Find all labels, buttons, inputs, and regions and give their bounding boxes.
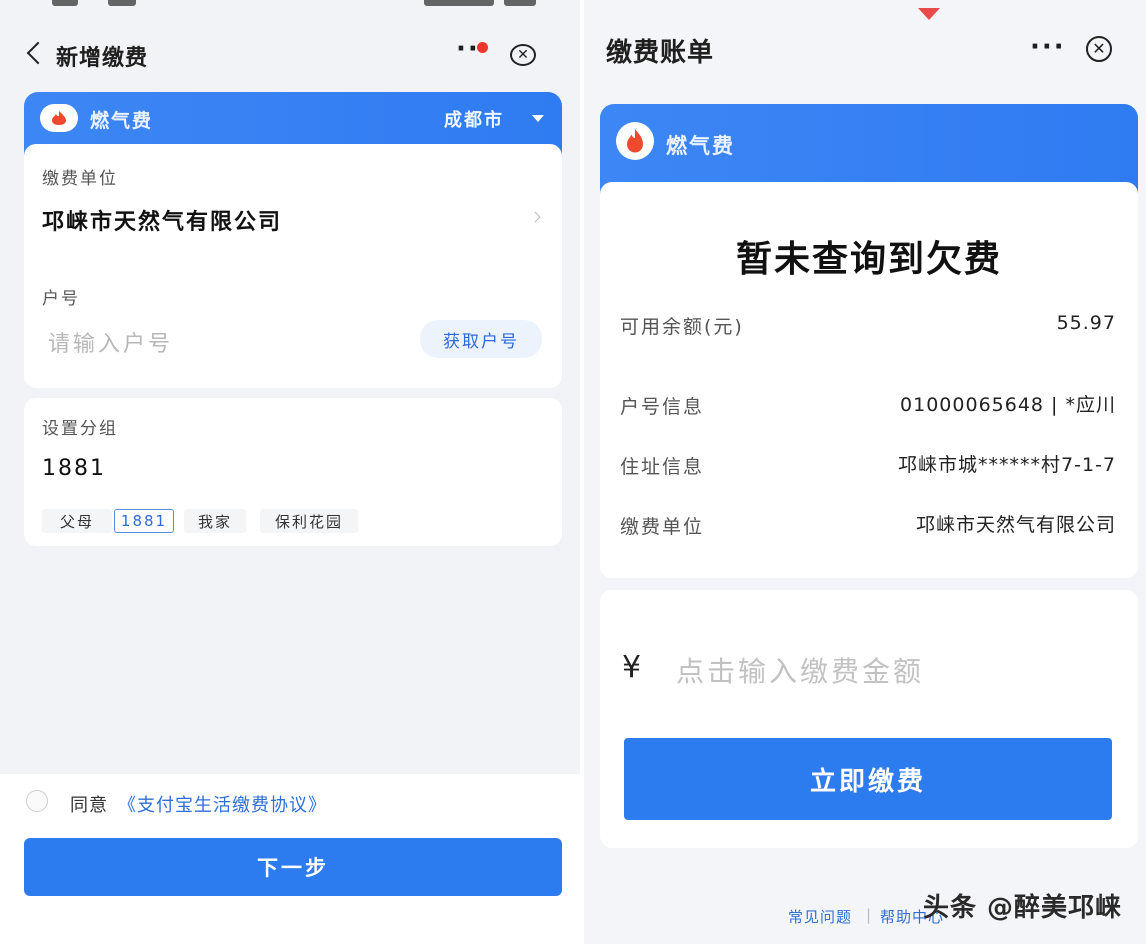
- footer-separator: |: [866, 906, 872, 924]
- account-label: 户号: [42, 289, 80, 309]
- group-chip-selected[interactable]: 1881: [114, 509, 174, 533]
- flame-icon: [40, 104, 78, 132]
- close-icon[interactable]: ✕: [510, 44, 536, 66]
- address-label: 住址信息: [620, 456, 705, 478]
- group-value[interactable]: 1881: [42, 456, 106, 481]
- more-icon[interactable]: ···: [1030, 34, 1066, 60]
- amount-card: ¥ 点击输入缴费金额 立即缴费: [600, 590, 1138, 848]
- account-input[interactable]: 请输入户号: [48, 326, 173, 358]
- group-chip[interactable]: 我家: [184, 509, 246, 533]
- unit-label: 缴费单位: [620, 516, 705, 538]
- address-value: 邛崃市城******村7-1-7: [898, 454, 1116, 476]
- group-chip[interactable]: 保利花园: [260, 509, 358, 533]
- city-selector[interactable]: 成都市: [444, 106, 504, 132]
- service-name: 燃气费: [90, 110, 154, 132]
- bill-heading: 暂未查询到欠费: [735, 239, 1002, 280]
- service-name: 燃气费: [666, 134, 735, 158]
- currency-symbol: ¥: [622, 650, 642, 685]
- bill-screen: 缴费账单 ··· ✕ 燃气费 暂未查询到欠费 可用余额(元) 55.97 户号信…: [584, 0, 1146, 944]
- group-label: 设置分组: [42, 419, 118, 439]
- group-chip[interactable]: 父母: [42, 509, 112, 533]
- account-info-value: 01000065648 | *应川: [900, 394, 1116, 416]
- notch-shape: [918, 8, 940, 20]
- close-icon[interactable]: ✕: [1086, 36, 1112, 62]
- bill-card: 暂未查询到欠费 可用余额(元) 55.97 户号信息 01000065648 |…: [600, 182, 1138, 578]
- notification-dot: [477, 42, 488, 53]
- pay-now-button[interactable]: 立即缴费: [624, 738, 1112, 820]
- new-payment-screen: 新增缴费 ··· ✕ 燃气费 成都市 缴费单位 邛崃市天然气有限公司 户号 请输…: [0, 0, 580, 944]
- chevron-right-icon[interactable]: [529, 211, 541, 223]
- get-account-button[interactable]: 获取户号: [420, 320, 542, 358]
- balance-value: 55.97: [1056, 312, 1116, 334]
- account-card: 缴费单位 邛崃市天然气有限公司 户号 请输入户号 获取户号: [24, 144, 562, 388]
- agreement-link[interactable]: 《支付宝生活缴费协议》: [118, 791, 327, 817]
- unit-value[interactable]: 邛崃市天然气有限公司: [42, 204, 282, 236]
- flame-icon: [616, 122, 654, 160]
- amount-input[interactable]: 点击输入缴费金额: [676, 650, 924, 690]
- unit-label: 缴费单位: [42, 169, 118, 189]
- balance-label: 可用余额(元): [620, 316, 744, 338]
- agree-prefix: 同意: [70, 795, 108, 816]
- caret-down-icon[interactable]: [532, 115, 544, 122]
- agree-checkbox[interactable]: [26, 790, 48, 812]
- group-card: 设置分组 1881 父母 1881 我家 保利花园: [24, 398, 562, 546]
- status-bar: [0, 0, 580, 18]
- page-title: 缴费账单: [606, 38, 715, 68]
- unit-value: 邛崃市天然气有限公司: [915, 514, 1116, 536]
- back-icon[interactable]: [26, 41, 50, 65]
- watermark: 头条 @醉美邛崃: [922, 893, 1122, 923]
- faq-link[interactable]: 常见问题: [788, 906, 852, 927]
- next-button[interactable]: 下一步: [24, 838, 562, 896]
- page-title: 新增缴费: [56, 46, 149, 71]
- account-info-label: 户号信息: [620, 396, 705, 418]
